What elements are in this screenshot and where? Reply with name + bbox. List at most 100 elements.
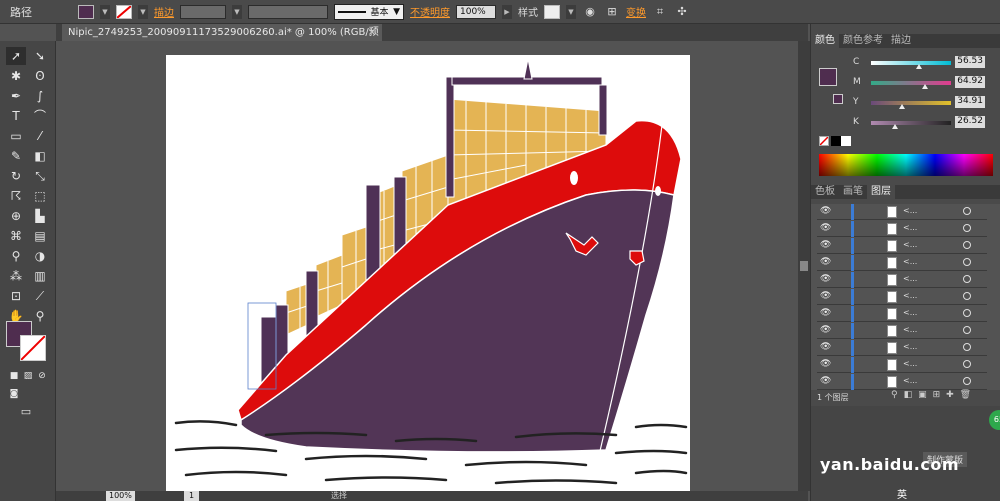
layer-row[interactable]: 👁 <... xyxy=(817,255,987,271)
layer-row[interactable]: 👁 <... xyxy=(817,272,987,288)
layer-row[interactable]: 👁 <... xyxy=(817,204,987,220)
zoom-tool-icon[interactable]: ⚲ xyxy=(30,307,50,325)
white-swatch[interactable] xyxy=(841,136,851,146)
brush-definition-dropdown[interactable]: 基本 ▼ xyxy=(334,3,404,20)
tab-color[interactable]: 颜色 xyxy=(811,34,839,48)
stroke-weight-field[interactable] xyxy=(180,4,226,19)
none-swatch[interactable] xyxy=(819,136,829,146)
layer-name[interactable]: <... xyxy=(903,291,917,300)
arc-tool-icon[interactable]: ⌒ xyxy=(30,107,50,125)
target-icon[interactable] xyxy=(963,343,971,351)
layer-name[interactable]: <... xyxy=(903,325,917,334)
stroke-swatch[interactable] xyxy=(116,4,132,19)
cmyk-row-m[interactable]: M 64.92 xyxy=(851,76,997,90)
stroke-label[interactable]: 描边 xyxy=(154,4,174,19)
slider-track[interactable] xyxy=(871,61,951,65)
fill-swatch[interactable] xyxy=(78,4,94,19)
target-icon[interactable] xyxy=(963,241,971,249)
vertical-scrollbar[interactable] xyxy=(798,41,810,491)
align-icon[interactable]: ⊞ xyxy=(604,4,620,20)
eye-icon[interactable]: 👁 xyxy=(820,325,831,335)
opacity-field[interactable]: 100% xyxy=(456,4,496,19)
target-icon[interactable] xyxy=(963,326,971,334)
slice-tool-icon[interactable]: ⟋ xyxy=(30,287,50,305)
pen-tool-icon[interactable]: ✒ xyxy=(6,87,26,105)
free-transform-tool-icon[interactable]: ⬚ xyxy=(30,187,50,205)
eye-icon[interactable]: 👁 xyxy=(820,291,831,301)
magic-wand-tool-icon[interactable]: ✱ xyxy=(6,67,26,85)
layer-name[interactable]: <... xyxy=(903,240,917,249)
rotate-tool-icon[interactable]: ↻ xyxy=(6,167,26,185)
layer-name[interactable]: <... xyxy=(903,342,917,351)
eye-icon[interactable]: 👁 xyxy=(820,274,831,284)
slider-knob[interactable] xyxy=(892,124,898,129)
canvas[interactable] xyxy=(56,41,798,491)
artboard-tool-icon[interactable]: ⊡ xyxy=(6,287,26,305)
type-tool-icon[interactable]: T xyxy=(6,107,26,125)
pencil-tool-icon[interactable]: ✎ xyxy=(6,147,26,165)
tab-layers[interactable]: 图层 xyxy=(867,185,895,199)
blend-tool-icon[interactable]: ◑ xyxy=(30,247,50,265)
layer-name[interactable]: <... xyxy=(903,308,917,317)
gradient-tool-icon[interactable]: ▤ xyxy=(30,227,50,245)
isolate-icon[interactable]: ⌗ xyxy=(652,4,668,20)
tab-brushes[interactable]: 画笔 xyxy=(839,185,867,199)
target-icon[interactable] xyxy=(963,292,971,300)
slider-knob[interactable] xyxy=(899,104,905,109)
slider-track[interactable] xyxy=(871,81,951,85)
tab-stroke[interactable]: 描边 xyxy=(887,34,915,48)
layer-row[interactable]: 👁 <... xyxy=(817,221,987,237)
lasso-tool-icon[interactable]: ʘ xyxy=(30,67,50,85)
layer-footer-icons[interactable]: ⚲◧▣⊞✚🗑 xyxy=(891,390,977,400)
chevron-down-icon[interactable]: ▼ xyxy=(232,4,242,19)
target-icon[interactable] xyxy=(963,360,971,368)
recolor-icon[interactable]: ◉ xyxy=(582,4,598,20)
curvature-tool-icon[interactable]: ∫ xyxy=(30,87,50,105)
channel-value[interactable]: 56.53 xyxy=(955,56,985,68)
eye-icon[interactable]: 👁 xyxy=(820,359,831,369)
target-icon[interactable] xyxy=(963,224,971,232)
eye-icon[interactable]: 👁 xyxy=(820,240,831,250)
black-swatch[interactable] xyxy=(831,136,841,146)
eraser-tool-icon[interactable]: ◧ xyxy=(30,147,50,165)
layer-name[interactable]: <... xyxy=(903,223,917,232)
artboard-number-field[interactable]: 1 xyxy=(184,491,200,501)
layer-name[interactable]: <... xyxy=(903,376,917,385)
layer-row[interactable]: 👁 <... xyxy=(817,289,987,305)
layer-name[interactable]: <... xyxy=(903,359,917,368)
eye-icon[interactable]: 👁 xyxy=(820,308,831,318)
graphic-style-swatch[interactable] xyxy=(544,4,560,19)
target-icon[interactable] xyxy=(963,275,971,283)
cmyk-row-y[interactable]: Y 34.91 xyxy=(851,96,997,110)
target-icon[interactable] xyxy=(963,309,971,317)
chevron-down-icon[interactable]: ▼ xyxy=(138,4,148,19)
color-stroke-swatch[interactable] xyxy=(833,94,843,104)
rectangle-tool-icon[interactable]: ▭ xyxy=(6,127,26,145)
eye-icon[interactable]: 👁 xyxy=(820,342,831,352)
variable-width-field[interactable] xyxy=(248,4,328,19)
transform-label[interactable]: 变换 xyxy=(626,4,646,19)
channel-value[interactable]: 34.91 xyxy=(955,96,985,108)
channel-value[interactable]: 26.52 xyxy=(955,116,985,128)
document-tab[interactable]: Nipic_2749253_20090911173529006260.ai* @… xyxy=(62,24,382,55)
shape-builder-tool-icon[interactable]: ⊕ xyxy=(6,207,26,225)
screen-mode-icon[interactable]: ▭ xyxy=(16,403,36,421)
symbol-sprayer-tool-icon[interactable]: ⁂ xyxy=(6,267,26,285)
layer-row[interactable]: 👁 <... xyxy=(817,306,987,322)
target-icon[interactable] xyxy=(963,258,971,266)
slider-track[interactable] xyxy=(871,101,951,105)
layer-row[interactable]: 👁 <... xyxy=(817,238,987,254)
layer-name[interactable]: <... xyxy=(903,206,917,215)
chevron-right-icon[interactable]: ▶ xyxy=(502,4,512,19)
opacity-label[interactable]: 不透明度 xyxy=(410,4,450,19)
eye-icon[interactable]: 👁 xyxy=(820,223,831,233)
close-icon[interactable]: × xyxy=(368,24,376,41)
brush-tool-icon[interactable]: ⁄ xyxy=(30,127,50,145)
mesh-tool-icon[interactable]: ⌘ xyxy=(6,227,26,245)
target-icon[interactable] xyxy=(963,377,971,385)
draw-mode-icon[interactable]: ◙ xyxy=(4,385,24,403)
stroke-color-swatch[interactable] xyxy=(20,335,46,361)
slider-track[interactable] xyxy=(871,121,951,125)
cmyk-row-c[interactable]: C 56.53 xyxy=(851,56,997,70)
layer-name[interactable]: <... xyxy=(903,274,917,283)
